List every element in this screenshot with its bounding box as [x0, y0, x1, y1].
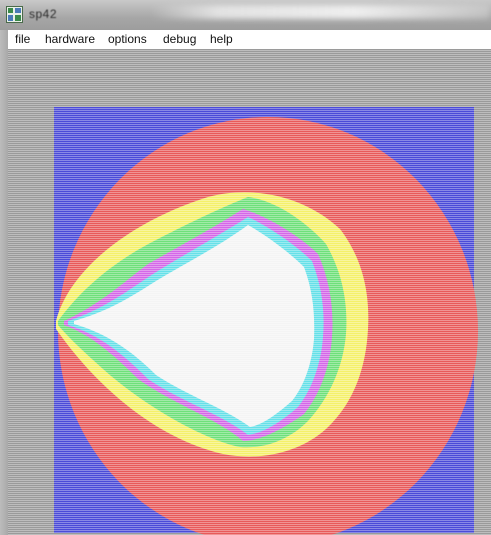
- fractal-image: [8, 49, 491, 535]
- menu-bar: file hardware options debug help: [8, 30, 491, 50]
- app-grid-icon[interactable]: [6, 6, 23, 23]
- fractal-canvas[interactable]: [8, 49, 491, 535]
- menu-hardware[interactable]: hardware: [45, 32, 95, 46]
- menu-help[interactable]: help: [210, 32, 233, 46]
- window-title: sp42: [29, 7, 58, 21]
- window-frame-left: [0, 30, 8, 535]
- app-window: sp42 file hardware options debug help: [0, 0, 491, 535]
- title-bar-glass: [150, 5, 490, 19]
- menu-options[interactable]: options: [108, 32, 147, 46]
- title-bar[interactable]: sp42: [0, 0, 491, 30]
- menu-file[interactable]: file: [15, 32, 30, 46]
- menu-debug[interactable]: debug: [163, 32, 196, 46]
